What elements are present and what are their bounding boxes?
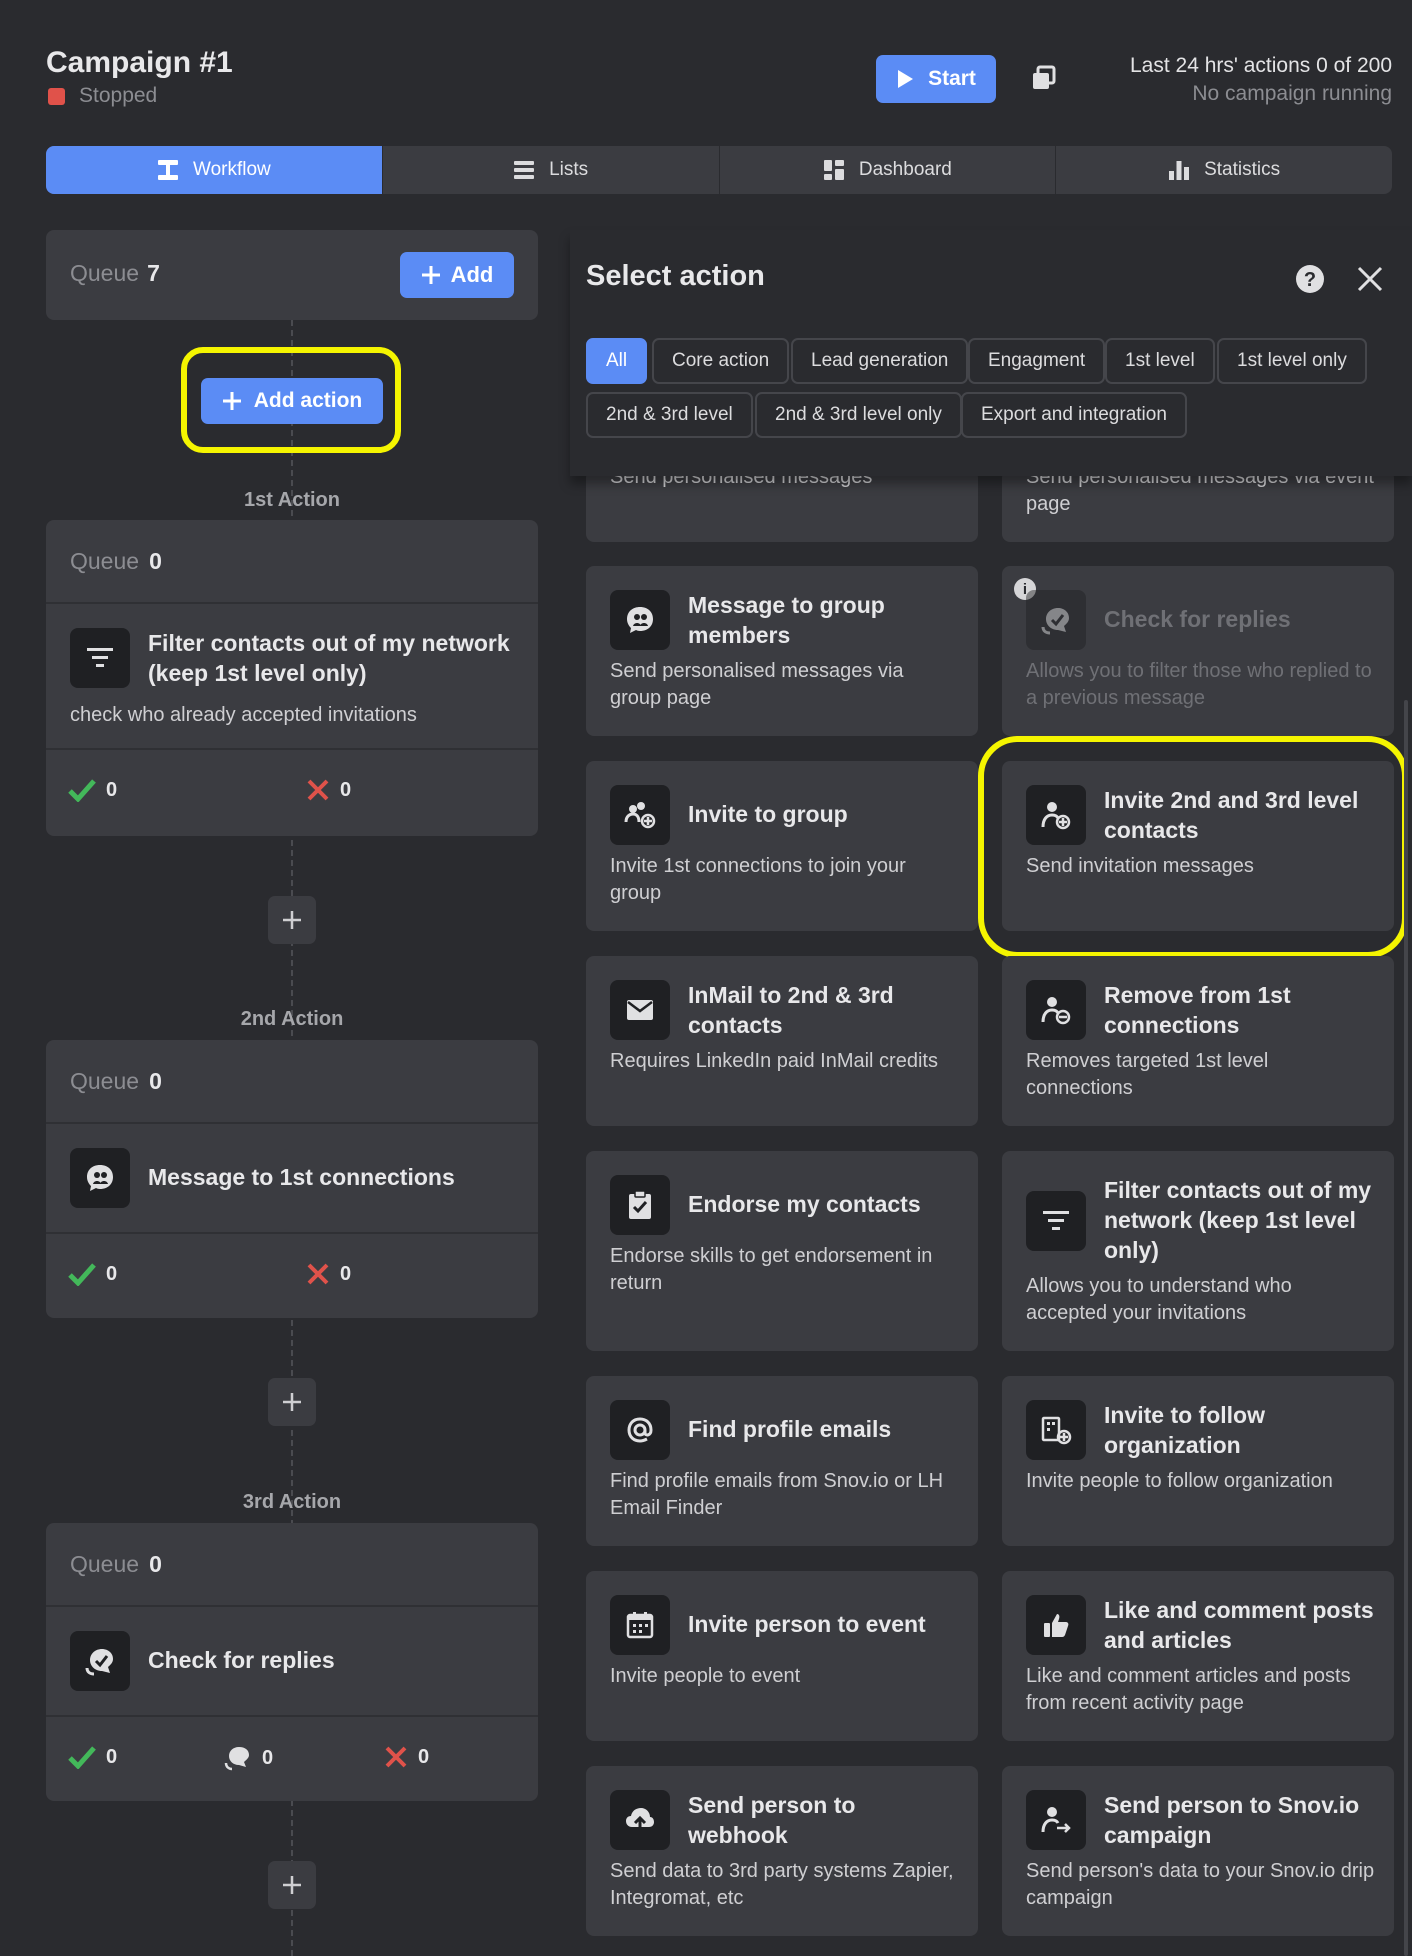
- clipboard-check-icon: [610, 1175, 670, 1235]
- reply-bubble-icon: [224, 1747, 249, 1771]
- message-icon: [70, 1148, 130, 1208]
- copy-icon: [1033, 65, 1056, 89]
- workflow-step-2[interactable]: Queue 0 Message to 1st connections 0 0: [46, 1040, 538, 1318]
- invite-group-icon: [610, 785, 670, 845]
- action-card-find-emails[interactable]: Find profile emails Find profile emails …: [586, 1376, 978, 1546]
- replies-icon: [1026, 590, 1086, 650]
- tab-statistics[interactable]: Statistics: [1056, 146, 1392, 194]
- insert-step-button[interactable]: [268, 896, 316, 944]
- filter-chip-core-action[interactable]: Core action: [652, 338, 790, 384]
- play-icon: [898, 70, 914, 88]
- fail-count: 0: [384, 1745, 429, 1769]
- x-icon: [385, 1746, 407, 1768]
- filter-icon: [70, 628, 130, 688]
- mail-icon: [610, 980, 670, 1040]
- status-text: Stopped: [79, 84, 158, 107]
- list-icon: [514, 161, 535, 179]
- fail-count: 0: [306, 1262, 351, 1286]
- filter-chip-export-integration[interactable]: Export and integration: [961, 392, 1187, 438]
- action-card-endorse[interactable]: Endorse my contacts Endorse skills to ge…: [586, 1151, 978, 1351]
- plus-icon: [283, 1393, 301, 1411]
- plus-icon: [283, 1876, 301, 1894]
- action-card-snovio-campaign[interactable]: Send person to Snov.io campaign Send per…: [1002, 1766, 1394, 1936]
- person-send-icon: [1026, 1790, 1086, 1850]
- success-count: 0: [68, 778, 117, 802]
- x-icon: [307, 779, 329, 801]
- action-card-filter-network[interactable]: Filter contacts out of my network (keep …: [1002, 1151, 1394, 1351]
- panel-scrollbar[interactable]: [1404, 700, 1408, 1956]
- filter-chip-engagment[interactable]: Engagment: [968, 338, 1106, 384]
- workflow-icon: [157, 160, 178, 180]
- plus-icon: [283, 911, 301, 929]
- step-label: 3rd Action: [242, 1491, 342, 1513]
- thumbs-up-icon: [1026, 1595, 1086, 1655]
- check-icon: [68, 1263, 96, 1286]
- filter-chip-2nd-3rd-level[interactable]: 2nd & 3rd level: [586, 392, 753, 438]
- group-message-icon: [610, 590, 670, 650]
- calendar-icon: [610, 1595, 670, 1655]
- actions-summary: Last 24 hrs' actions 0 of 200 No campaig…: [1129, 54, 1392, 105]
- main-tabs: Workflow Lists Dashboard Statistics: [46, 146, 1392, 194]
- close-icon[interactable]: [1355, 264, 1385, 294]
- filter-icon: [1026, 1191, 1086, 1251]
- insert-step-button[interactable]: [268, 1378, 316, 1426]
- action-card-message-group[interactable]: Message to group members Send personalis…: [586, 566, 978, 736]
- at-icon: [610, 1400, 670, 1460]
- action-card-webhook[interactable]: Send person to webhook Send data to 3rd …: [586, 1766, 978, 1936]
- action-card-inmail[interactable]: InMail to 2nd & 3rd contacts Requires Li…: [586, 956, 978, 1126]
- step-label: 2nd Action: [240, 1008, 344, 1030]
- tab-workflow[interactable]: Workflow: [46, 146, 383, 194]
- tab-lists[interactable]: Lists: [383, 146, 720, 194]
- person-remove-icon: [1026, 980, 1086, 1040]
- action-card-check-replies[interactable]: i Check for replies Allows you to filter…: [1002, 566, 1394, 736]
- plus-icon: [421, 266, 440, 284]
- campaign-queue: Queue 7 Add: [46, 230, 538, 320]
- fail-count: 0: [306, 778, 351, 802]
- action-card-invite-group[interactable]: Invite to group Invite 1st connections t…: [586, 761, 978, 931]
- highlight-invite-card: [978, 736, 1408, 958]
- campaign-status: Stopped: [48, 84, 157, 108]
- panel-title: Select action: [586, 260, 765, 292]
- replied-count: 0: [224, 1745, 273, 1771]
- check-icon: [68, 1746, 96, 1769]
- workflow-step-3[interactable]: Queue 0 Check for replies 0 0 0: [46, 1523, 538, 1801]
- svg-text:?: ?: [1304, 269, 1316, 291]
- action-card-invite-event[interactable]: Invite person to event Invite people to …: [586, 1571, 978, 1741]
- action-card-follow-organization[interactable]: Invite to follow organization Invite peo…: [1002, 1376, 1394, 1546]
- organization-icon: [1026, 1400, 1086, 1460]
- help-icon[interactable]: ?: [1295, 264, 1325, 294]
- filter-chip-lead-generation[interactable]: Lead generation: [791, 338, 969, 384]
- success-count: 0: [68, 1745, 117, 1769]
- cloud-upload-icon: [610, 1790, 670, 1850]
- step-label: 1st Action: [244, 489, 340, 511]
- success-count: 0: [68, 1262, 117, 1286]
- campaign-title: Campaign #1: [46, 46, 233, 79]
- filter-chip-all[interactable]: All: [586, 338, 648, 384]
- tab-dashboard[interactable]: Dashboard: [720, 146, 1057, 194]
- filter-chip-1st-level-only[interactable]: 1st level only: [1217, 338, 1367, 384]
- start-button[interactable]: Start: [876, 55, 996, 103]
- filter-chip-2nd-3rd-level-only[interactable]: 2nd & 3rd level only: [755, 392, 962, 438]
- statistics-icon: [1169, 161, 1190, 180]
- action-card-event-message[interactable]: Send personalised messages via event pag…: [1002, 470, 1394, 542]
- check-icon: [68, 779, 96, 802]
- replies-icon: [70, 1631, 130, 1691]
- add-contacts-button[interactable]: Add: [400, 252, 514, 298]
- duplicate-campaign-button[interactable]: [1030, 64, 1058, 92]
- action-card-remove-connections[interactable]: Remove from 1st connections Removes targ…: [1002, 956, 1394, 1126]
- x-icon: [307, 1263, 329, 1285]
- status-indicator: [48, 87, 65, 105]
- workflow-step-1[interactable]: Queue 0 Filter contacts out of my network…: [46, 520, 538, 836]
- plus-icon: [222, 392, 241, 410]
- filter-chip-1st-level[interactable]: 1st level: [1105, 338, 1215, 384]
- add-action-button[interactable]: Add action: [201, 378, 383, 424]
- action-card-send-message[interactable]: Send personalised messages: [586, 470, 978, 542]
- action-card-like-comment[interactable]: Like and comment posts and articles Like…: [1002, 1571, 1394, 1741]
- dashboard-icon: [823, 160, 844, 180]
- insert-step-button[interactable]: [268, 1861, 316, 1909]
